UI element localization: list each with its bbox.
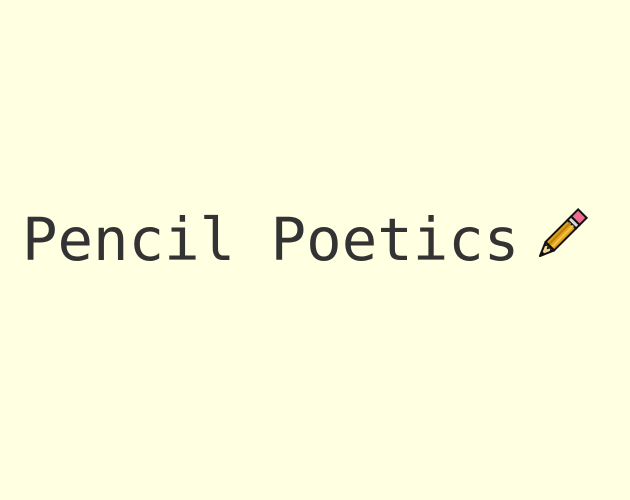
pencil-icon [538,207,589,258]
logo-title: Pencil Poetics [22,205,520,274]
logo: Pencil Poetics [0,0,630,500]
